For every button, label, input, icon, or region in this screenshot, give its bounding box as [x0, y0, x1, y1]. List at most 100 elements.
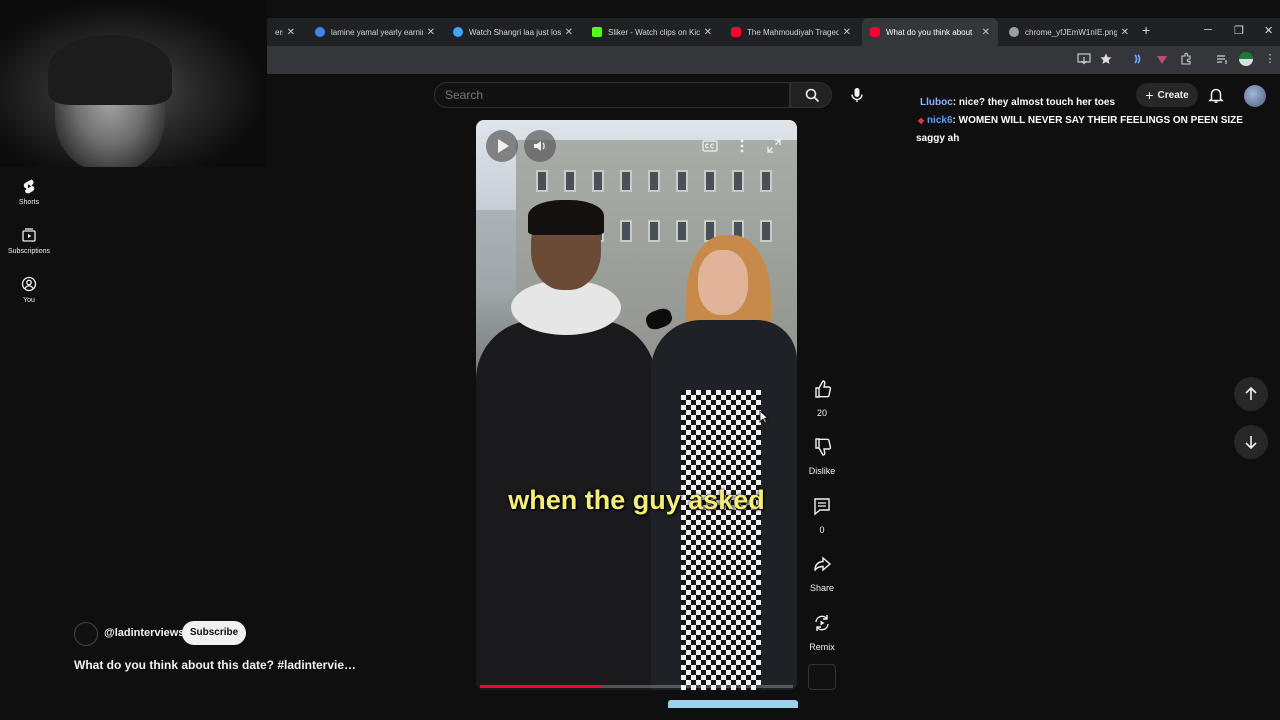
- close-tab-icon[interactable]: ✕: [427, 27, 435, 38]
- share-label: Share: [809, 583, 835, 593]
- you-icon: [21, 276, 37, 292]
- plus-icon: +: [1145, 87, 1154, 103]
- browser-tab-active[interactable]: What do you think about ✕: [862, 18, 998, 46]
- nav-item-label: You: [23, 297, 35, 304]
- arrow-down-icon: [1245, 436, 1257, 450]
- search-button[interactable]: [790, 82, 832, 108]
- dislike-label: Dislike: [808, 466, 836, 476]
- shorts-video-player[interactable]: when the guy asked: [476, 120, 797, 690]
- restore-window-button[interactable]: ❐: [1234, 24, 1244, 37]
- extension-icon[interactable]: [1131, 52, 1145, 66]
- browser-tab[interactable]: The Mahmoudiyah Tragedy ✕: [723, 18, 859, 46]
- tab-title: lamine yamal yearly earnings: [331, 27, 423, 37]
- browser-tab[interactable]: Sliker - Watch clips on Kick ✕: [584, 18, 720, 46]
- profile-avatar-icon[interactable]: [1239, 52, 1253, 66]
- kick-favicon-icon: [592, 27, 602, 37]
- chat-username: Lluboc: [920, 97, 953, 108]
- close-window-button[interactable]: ✕: [1264, 24, 1273, 37]
- youtube-favicon-icon: [731, 27, 741, 37]
- next-short-button[interactable]: [1234, 425, 1268, 459]
- remix-button[interactable]: Remix: [806, 608, 838, 652]
- puzzle-extensions-icon[interactable]: [1179, 52, 1193, 66]
- next-short-preview[interactable]: [668, 700, 798, 708]
- new-tab-button[interactable]: +: [1142, 22, 1150, 38]
- volume-button[interactable]: [524, 130, 556, 162]
- notifications-bell-icon[interactable]: [1207, 86, 1225, 104]
- install-app-icon[interactable]: [1077, 52, 1091, 66]
- search-icon: [805, 88, 820, 103]
- chat-text: : nice? they almost touch her toes: [952, 97, 1116, 108]
- fullscreen-icon[interactable]: [766, 138, 782, 154]
- voice-search-button[interactable]: [843, 82, 871, 108]
- media-controls-icon[interactable]: [1215, 52, 1229, 66]
- close-tab-icon[interactable]: ✕: [287, 27, 295, 38]
- like-count: 20: [816, 408, 827, 418]
- chat-text: : WOMEN WILL NEVER SAY THEIR FEELINGS ON…: [952, 115, 1243, 126]
- browser-tab[interactable]: Watch Shangri laa just losing ✕: [445, 18, 581, 46]
- nav-item-subscriptions[interactable]: Subscriptions: [0, 227, 58, 255]
- close-tab-icon[interactable]: ✕: [704, 27, 712, 38]
- create-button[interactable]: + Create: [1136, 83, 1198, 107]
- close-tab-icon[interactable]: ✕: [1121, 27, 1129, 38]
- site-favicon-icon: [453, 27, 463, 37]
- shorts-icon: [23, 179, 35, 194]
- browser-toolbar: ⋮: [267, 46, 1280, 74]
- share-icon: [814, 556, 832, 572]
- nav-item-label: Shorts: [18, 199, 40, 206]
- more-options-icon[interactable]: [734, 138, 750, 154]
- comments-button[interactable]: 0: [806, 491, 838, 535]
- mouse-cursor-icon: [759, 410, 769, 424]
- browser-tab[interactable]: lamine yamal yearly earnings ✕: [307, 18, 443, 46]
- like-button[interactable]: 20: [806, 374, 838, 418]
- play-button[interactable]: [486, 130, 518, 162]
- browser-tab[interactable]: chrome_yfJEmW1nIE.png ✕: [1001, 18, 1137, 46]
- video-scene-woman-dress: [681, 390, 761, 690]
- video-title[interactable]: What do you think about this date? #ladi…: [74, 658, 356, 672]
- youtube-favicon-icon: [870, 27, 880, 37]
- close-tab-icon[interactable]: ✕: [843, 27, 851, 38]
- badge-icon: ◆: [918, 116, 925, 125]
- browser-menu-icon[interactable]: ⋮: [1263, 52, 1277, 66]
- channel-handle[interactable]: @ladinterviews: [104, 627, 184, 639]
- account-avatar[interactable]: [1244, 85, 1266, 107]
- chat-text: saggy ah: [916, 133, 960, 144]
- share-button[interactable]: Share: [806, 549, 838, 593]
- tab-title: The Mahmoudiyah Tragedy: [747, 27, 839, 37]
- captions-icon[interactable]: [702, 138, 718, 154]
- tab-title: ers I: [275, 27, 283, 37]
- channel-avatar[interactable]: [74, 622, 98, 646]
- webcam-person-hair: [48, 35, 172, 105]
- audio-source-thumbnail[interactable]: [808, 664, 836, 690]
- tab-title: What do you think about: [886, 27, 973, 37]
- comment-count: 0: [819, 525, 825, 535]
- bookmark-star-icon[interactable]: [1099, 52, 1113, 66]
- globe-favicon-icon: [1009, 27, 1019, 37]
- webcam-overlay: [0, 0, 267, 167]
- remix-label: Remix: [809, 642, 835, 652]
- subscribe-button[interactable]: Subscribe: [182, 621, 246, 645]
- nav-item-you[interactable]: You: [0, 276, 58, 304]
- video-scene-woman-face: [698, 250, 748, 315]
- browser-tab[interactable]: ers I ✕: [267, 18, 303, 46]
- minimize-window-button[interactable]: ─: [1204, 24, 1212, 36]
- video-progress-fill: [480, 685, 603, 688]
- nav-item-shorts[interactable]: Shorts: [0, 178, 58, 206]
- google-favicon-icon: [315, 27, 325, 37]
- chat-message: ◆ nick6: WOMEN WILL NEVER SAY THEIR FEEL…: [918, 115, 1243, 126]
- volume-icon: [534, 141, 545, 151]
- close-tab-icon[interactable]: ✕: [565, 27, 573, 38]
- close-tab-icon[interactable]: ✕: [982, 27, 990, 38]
- video-progress-bar[interactable]: [480, 685, 793, 688]
- chat-username: nick6: [926, 115, 953, 126]
- dislike-button[interactable]: Dislike: [806, 432, 838, 476]
- previous-short-button[interactable]: [1234, 377, 1268, 411]
- arrow-up-icon: [1245, 386, 1257, 400]
- extension-icon[interactable]: [1155, 52, 1169, 66]
- thumbs-down-icon: [815, 438, 832, 456]
- tab-title: Watch Shangri laa just losing: [469, 27, 561, 37]
- browser-tab-strip: ers I ✕ lamine yamal yearly earnings ✕ W…: [267, 18, 1280, 46]
- play-icon: [498, 139, 509, 153]
- search-input[interactable]: [434, 82, 790, 108]
- video-caption: when the guy asked: [508, 485, 765, 515]
- nav-item-label: Subscriptions: [7, 248, 51, 255]
